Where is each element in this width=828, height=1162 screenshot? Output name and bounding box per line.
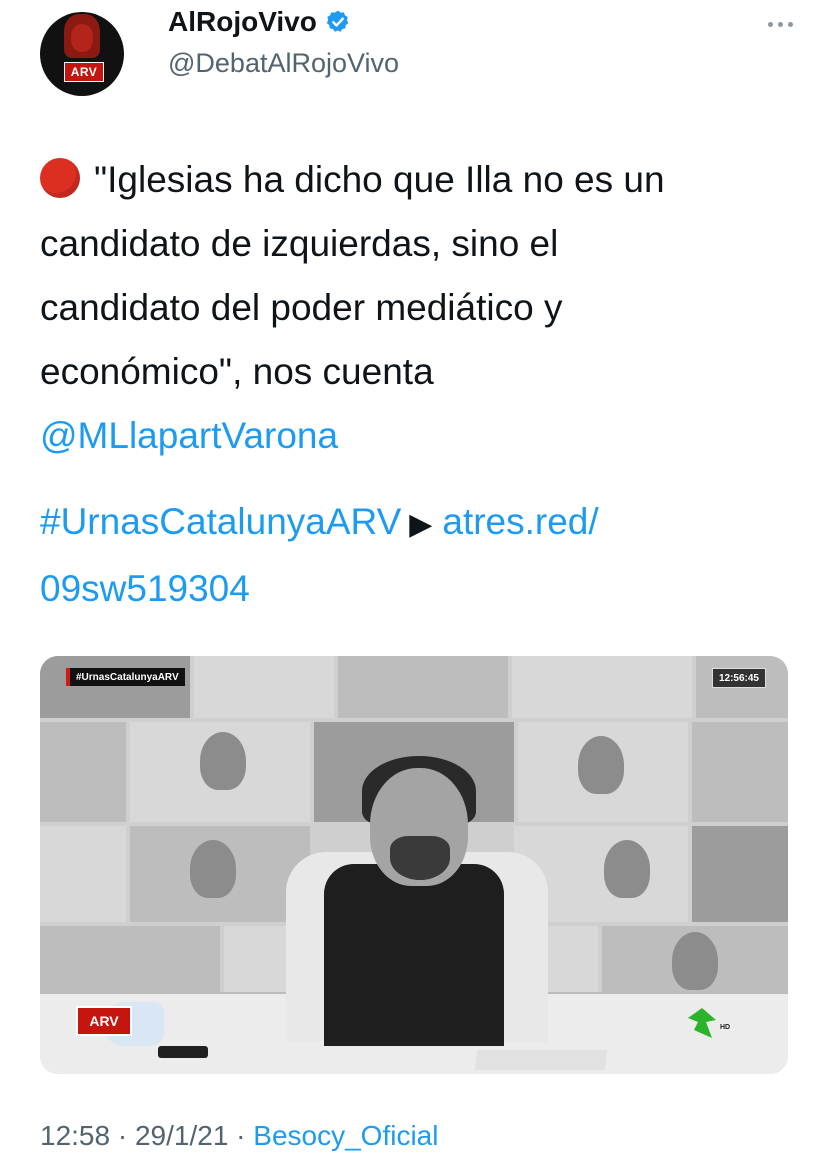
video-tile: [40, 826, 126, 922]
channel-logo-icon: [688, 1008, 716, 1038]
more-dot: [777, 21, 783, 27]
presenter-vest: [324, 864, 504, 1046]
video-tile: [194, 656, 334, 718]
tweet-text-line: candidato del poder mediático y: [40, 287, 563, 328]
participant-silhouette: [578, 736, 624, 794]
participant-silhouette: [190, 840, 236, 898]
phone-on-desk: [158, 1046, 208, 1058]
avatar-logo: ARV: [64, 62, 104, 82]
verified-badge-icon: [326, 10, 349, 32]
avatar[interactable]: ARV: [40, 0, 124, 100]
mention-link[interactable]: @MLlapartVarona: [40, 415, 338, 456]
user-handle[interactable]: @DebatAlRojoVivo: [168, 48, 399, 79]
media-arv-logo: ARV: [76, 1006, 132, 1036]
tweet-line-1: "Iglesias ha dicho que Illa no es un: [40, 148, 790, 212]
meta-separator: ·: [117, 1120, 128, 1151]
play-triangle-icon: ▶: [409, 508, 433, 541]
avatar-image: ARV: [40, 12, 124, 96]
video-tile: [602, 926, 788, 996]
tweet-text-line: candidato de izquierdas, sino el: [40, 223, 559, 264]
participant-silhouette: [672, 932, 718, 990]
video-tile: [40, 926, 220, 996]
tweet-date[interactable]: 29/1/21: [135, 1120, 228, 1151]
avatar-face: [71, 24, 93, 52]
name-row: AlRojoVivo: [168, 6, 351, 38]
meta-separator: ·: [236, 1120, 246, 1151]
video-tile: [692, 826, 788, 922]
red-circle-emoji-icon: [40, 158, 80, 198]
paper-on-desk: [474, 1050, 608, 1070]
participant-silhouette: [200, 732, 246, 790]
video-tile: [40, 722, 126, 822]
video-tile: [692, 722, 788, 822]
tweet-source-link[interactable]: Besocy_Oficial: [253, 1120, 438, 1151]
video-tile: [130, 722, 310, 822]
tweet-media-image[interactable]: #UrnasCatalunyaARV 12:56:45 ARV HD: [40, 656, 788, 1074]
hashtag-link[interactable]: #UrnasCatalunyaARV: [40, 501, 401, 542]
video-tile: [338, 656, 508, 718]
presenter-beard: [390, 836, 450, 880]
media-clock-overlay: 12:56:45: [711, 668, 766, 688]
video-tile: [512, 656, 692, 718]
tweet-text: "Iglesias ha dicho que Illa no es un can…: [40, 148, 790, 468]
media-hashtag-overlay: #UrnasCatalunyaARV: [66, 668, 185, 686]
url-link[interactable]: atres.red/: [442, 501, 598, 542]
url-link-continued[interactable]: 09sw519304: [40, 568, 250, 609]
more-dot: [767, 21, 773, 27]
more-dots-icon[interactable]: [760, 14, 800, 34]
video-tile: [518, 722, 688, 822]
participant-silhouette: [604, 840, 650, 898]
tweet-text-line: económico", nos cuenta: [40, 351, 434, 392]
tweet-time[interactable]: 12:58: [40, 1120, 110, 1151]
display-name[interactable]: AlRojoVivo: [168, 6, 317, 38]
media-hd-badge: HD: [720, 1024, 731, 1031]
tweet-meta: 12:58 · 29/1/21 · Besocy_Oficial: [40, 1120, 438, 1152]
hashtag-link-block: #UrnasCatalunyaARV ▶ atres.red/ 09sw519304: [40, 490, 790, 621]
video-tile: [40, 656, 190, 718]
tweet-text-line: "Iglesias ha dicho que Illa no es un: [94, 159, 665, 200]
tweet-header: ARV AlRojoVivo @DebatAlRojoVivo: [40, 0, 800, 110]
video-tile: [130, 826, 310, 922]
more-dot: [787, 21, 793, 27]
